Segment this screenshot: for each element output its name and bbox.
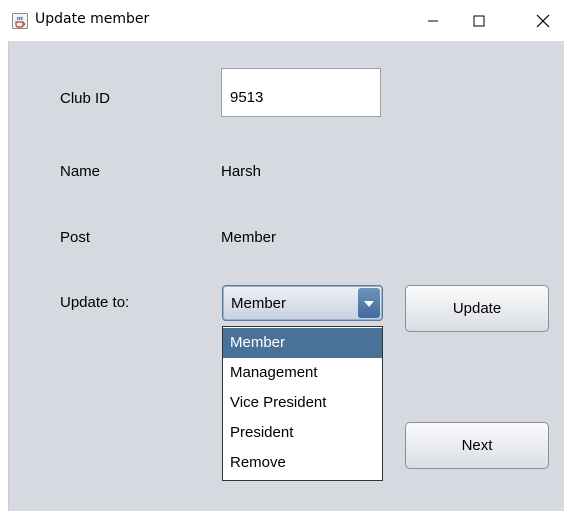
dropdown-option-member[interactable]: Member [223,328,382,358]
next-button[interactable]: Next [405,422,549,469]
club-id-label: Club ID [60,90,111,107]
combobox-dropdown-list: Member Management Vice President Preside… [222,326,383,481]
dropdown-option-vice-president[interactable]: Vice President [223,388,382,418]
chevron-down-icon [364,301,374,307]
dropdown-option-president[interactable]: President [223,418,382,448]
dropdown-option-remove[interactable]: Remove [223,448,382,478]
name-value: Harsh [221,163,262,180]
post-value: Member [221,229,277,246]
window-title: Update member [35,11,150,27]
dropdown-option-management[interactable]: Management [223,358,382,388]
club-id-field[interactable]: 9513 [221,68,381,117]
maximize-button[interactable] [456,0,502,41]
update-button[interactable]: Update [405,285,549,332]
combobox-arrow-button[interactable] [358,288,380,318]
post-combobox[interactable]: Member [222,285,383,321]
java-coffee-icon [12,13,28,29]
close-icon [536,14,550,27]
window: Update member Club ID Name Harsh Post Me… [0,0,564,511]
post-label: Post [60,229,91,246]
combobox-selected-value: Member [231,295,287,312]
title-bar: Update member [0,0,564,41]
maximize-icon [473,15,485,26]
update-to-label: Update to: [60,294,130,311]
close-button[interactable] [520,0,564,41]
minimize-icon [428,20,438,21]
name-label: Name [60,163,101,180]
minimize-button[interactable] [410,0,456,41]
